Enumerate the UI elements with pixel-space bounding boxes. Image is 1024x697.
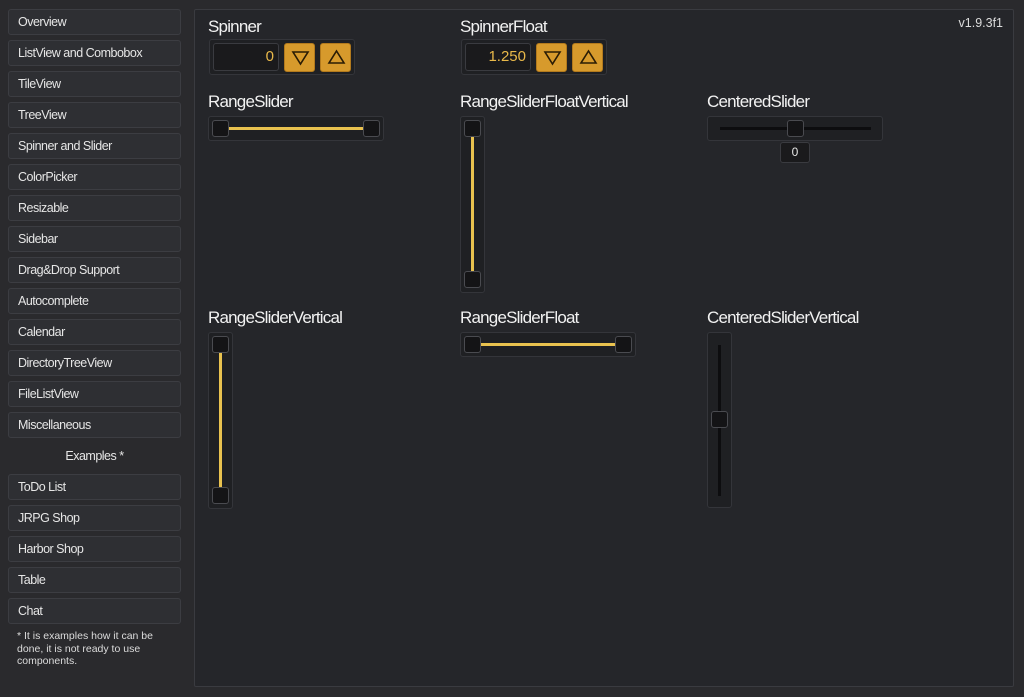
rangeslider-title: RangeSlider (208, 92, 294, 111)
rangesliderfloatvertical-min-handle[interactable] (464, 271, 481, 288)
centeredslidervertical-control (707, 332, 732, 508)
rangesliderfloat-title: RangeSliderFloat (460, 308, 579, 327)
spinnerfloat-value-input[interactable]: 1.250 (465, 43, 531, 71)
rangeslidervertical-section: RangeSliderVertical (208, 307, 343, 509)
centeredslider-title: CenteredSlider (707, 92, 810, 111)
rangesliderfloat-track (474, 343, 624, 346)
centeredslider-handle[interactable] (787, 120, 804, 137)
rangeslidervertical-control (208, 332, 233, 509)
version-label: v1.9.3f1 (958, 16, 1003, 30)
sidebar: Overview ListView and Combobox TileView … (8, 9, 181, 668)
nav-dragdrop[interactable]: Drag&Drop Support (8, 257, 181, 283)
nav-table[interactable]: Table (8, 567, 181, 593)
nav-colorpicker[interactable]: ColorPicker (8, 164, 181, 190)
rangeslidervertical-title: RangeSliderVertical (208, 308, 343, 327)
main-panel: v1.9.3f1 Spinner 0 SpinnerFloat 1.250 Ra… (194, 9, 1014, 687)
rangesliderfloat-section: RangeSliderFloat (460, 307, 636, 357)
nav-filelistview[interactable]: FileListView (8, 381, 181, 407)
rangesliderfloat-control (460, 332, 636, 357)
nav-spinner-slider[interactable]: Spinner and Slider (8, 133, 181, 159)
nav-chat[interactable]: Chat (8, 598, 181, 624)
triangle-up-icon (327, 49, 346, 64)
triangle-up-icon (579, 49, 598, 64)
rangeslider-track (222, 127, 372, 130)
centeredslider-section: CenteredSlider 0 (707, 91, 883, 163)
spinnerfloat-control: 1.250 (461, 39, 607, 75)
spinner-title: Spinner (208, 17, 262, 36)
nav-calendar[interactable]: Calendar (8, 319, 181, 345)
nav-jrpg-shop[interactable]: JRPG Shop (8, 505, 181, 531)
nav-tileview[interactable]: TileView (8, 71, 181, 97)
centeredslider-value: 0 (780, 142, 810, 163)
centeredslidervertical-handle[interactable] (711, 411, 728, 428)
rangesliderfloat-max-handle[interactable] (615, 336, 632, 353)
rangeslidervertical-min-handle[interactable] (212, 487, 229, 504)
rangeslidervertical-max-handle[interactable] (212, 336, 229, 353)
rangesliderfloatvertical-section: RangeSliderFloatVertical (460, 91, 629, 293)
spinner-decrease-button[interactable] (284, 43, 315, 72)
centeredslidervertical-section: CenteredSliderVertical (707, 307, 859, 508)
spinnerfloat-decrease-button[interactable] (536, 43, 567, 72)
rangeslider-control (208, 116, 384, 141)
rangesliderfloatvertical-title: RangeSliderFloatVertical (460, 92, 629, 111)
examples-header: Examples * (65, 449, 124, 463)
rangeslider-min-handle[interactable] (212, 120, 229, 137)
rangeslider-max-handle[interactable] (363, 120, 380, 137)
spinnerfloat-increase-button[interactable] (572, 43, 603, 72)
nav-listview-combobox[interactable]: ListView and Combobox (8, 40, 181, 66)
nav-treeview[interactable]: TreeView (8, 102, 181, 128)
rangeslidervertical-track (219, 346, 222, 496)
spinnerfloat-section: SpinnerFloat 1.250 (460, 16, 607, 75)
spinner-section: Spinner 0 (208, 16, 355, 75)
nav-resizable[interactable]: Resizable (8, 195, 181, 221)
triangle-down-icon (291, 51, 310, 66)
nav-harbor-shop[interactable]: Harbor Shop (8, 536, 181, 562)
rangesliderfloatvertical-control (460, 116, 485, 293)
nav-miscellaneous[interactable]: Miscellaneous (8, 412, 181, 438)
spinnerfloat-title: SpinnerFloat (460, 17, 548, 36)
nav-autocomplete[interactable]: Autocomplete (8, 288, 181, 314)
examples-footnote: * It is examples how it can be done, it … (17, 630, 153, 667)
centeredslider-control (707, 116, 883, 141)
nav-overview[interactable]: Overview (8, 9, 181, 35)
centeredslidervertical-title: CenteredSliderVertical (707, 308, 859, 327)
nav-sidebar[interactable]: Sidebar (8, 226, 181, 252)
nav-todo-list[interactable]: ToDo List (8, 474, 181, 500)
nav-directorytreeview[interactable]: DirectoryTreeView (8, 350, 181, 376)
triangle-down-icon (543, 51, 562, 66)
rangesliderfloatvertical-track (471, 130, 474, 280)
rangesliderfloat-min-handle[interactable] (464, 336, 481, 353)
spinner-increase-button[interactable] (320, 43, 351, 72)
spinner-control: 0 (209, 39, 355, 75)
spinner-value-input[interactable]: 0 (213, 43, 279, 71)
rangesliderfloatvertical-max-handle[interactable] (464, 120, 481, 137)
rangeslider-section: RangeSlider (208, 91, 384, 141)
